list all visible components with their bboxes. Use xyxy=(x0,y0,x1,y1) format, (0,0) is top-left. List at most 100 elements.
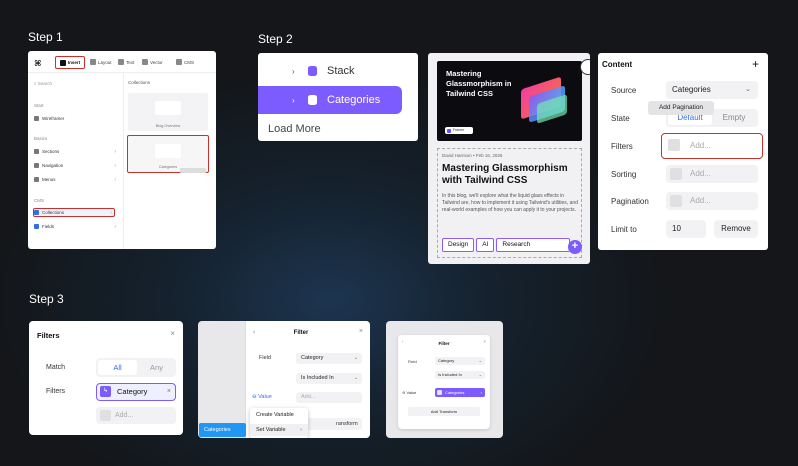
chevron-down-icon: ⌄ xyxy=(478,372,482,377)
field-value: Category xyxy=(438,358,455,363)
state-empty-option[interactable]: Empty xyxy=(712,111,756,125)
add-sorting-field[interactable]: Add... xyxy=(666,165,758,183)
filter-icon xyxy=(668,139,680,151)
sidebar-item-collections[interactable]: Collections › xyxy=(33,208,115,217)
operator-select[interactable]: Is Included In ⌄ xyxy=(435,371,485,379)
remove-button[interactable]: Remove xyxy=(714,220,758,238)
tag-research[interactable]: Research xyxy=(496,238,571,252)
search-placeholder: Search xyxy=(37,81,53,86)
chevron-right-icon: › xyxy=(114,176,116,183)
categories-variable-button[interactable]: Categories xyxy=(199,423,246,437)
operator-select[interactable]: Is Included In ⌄ xyxy=(296,373,362,384)
tag-ai[interactable]: AI xyxy=(476,238,495,252)
sort-icon xyxy=(670,168,682,180)
layer-item-categories[interactable]: › Categories xyxy=(258,86,402,114)
remove-chip-icon[interactable]: × xyxy=(167,384,171,399)
chevron-right-icon: › xyxy=(114,223,116,230)
variable-menu: Create Variable Set Variable › xyxy=(250,408,308,438)
pagination-tooltip: Add Pagination xyxy=(648,101,714,115)
search-input[interactable]: ⌕ Search xyxy=(34,81,52,86)
pagination-label: Pagination xyxy=(611,197,649,206)
add-filter-field[interactable]: Add... xyxy=(661,133,763,159)
sidebar-item-wireframer[interactable]: Wireframer xyxy=(34,114,118,123)
post-description: In this blog, we'll explore what the liq… xyxy=(442,193,578,214)
section-start: Start xyxy=(34,103,44,108)
transform-label: ransform xyxy=(336,421,358,427)
framer-logo-icon[interactable]: ⌘ xyxy=(34,59,41,68)
sidebar-item-fields[interactable]: Fields › xyxy=(34,222,118,231)
value-input[interactable]: Add... xyxy=(296,392,362,403)
set-variable-item[interactable]: Set Variable › xyxy=(250,424,308,436)
menu-item-label: Set Variable xyxy=(256,427,286,433)
hero-image: Mastering Glassmorphism in Tailwind CSS … xyxy=(437,61,582,141)
source-select[interactable]: Categories ⌄ xyxy=(666,81,758,99)
drag-handle[interactable] xyxy=(180,168,206,173)
sidebar-item-label: Navigation xyxy=(42,163,64,168)
layout-button[interactable]: Layout xyxy=(90,59,112,65)
sidebar-item-sections[interactable]: Sections › xyxy=(34,147,118,156)
hero-title: Mastering Glassmorphism in Tailwind CSS xyxy=(446,69,512,98)
close-icon[interactable]: × xyxy=(483,339,486,344)
filter-dialog: ‹ Filter × Field Category ⌄ Is Included … xyxy=(398,335,490,429)
add-pagination-field[interactable]: Add... xyxy=(666,192,758,210)
panel-title: Filters xyxy=(37,331,60,340)
collections-icon xyxy=(34,210,39,215)
text-button[interactable]: Text xyxy=(118,59,134,65)
value-chip-categories[interactable]: Categories › xyxy=(435,388,485,397)
field-select[interactable]: Category ⌄ xyxy=(435,357,485,365)
close-icon[interactable]: × xyxy=(170,329,175,338)
match-any-option[interactable]: Any xyxy=(137,360,176,375)
vector-label: Vector xyxy=(150,59,163,65)
filters-label: Filters xyxy=(611,142,633,151)
sidebar-item-label: Sections xyxy=(42,149,60,154)
variable-icon xyxy=(437,390,442,395)
chevron-right-icon: › xyxy=(114,162,116,169)
layout-icon xyxy=(90,59,96,65)
insert-panel: ⌘ Insert Layout Text Vector CMS ⌕ Search… xyxy=(28,51,216,249)
operator-value: Is Included In xyxy=(438,372,462,377)
dialog-title: Filter xyxy=(293,330,309,336)
menus-icon xyxy=(34,177,39,182)
caret-right-icon: › xyxy=(292,95,295,105)
filters-panel: Filters × Match All Any Filters ↳ Catego… xyxy=(29,321,183,435)
section-basics: Basics xyxy=(34,136,48,141)
add-placeholder: Add... xyxy=(115,412,134,419)
sidebar-item-navigation[interactable]: Navigation › xyxy=(34,161,118,170)
filter-icon xyxy=(100,410,111,421)
limit-input[interactable]: 10 xyxy=(666,220,706,238)
close-icon[interactable]: × xyxy=(359,328,363,335)
chevron-down-icon: ⌄ xyxy=(745,86,751,93)
field-select[interactable]: Category ⌄ xyxy=(296,353,362,364)
layer-item-stack[interactable]: › Stack xyxy=(258,57,418,85)
load-more-button[interactable]: Load More xyxy=(268,123,321,135)
wireframer-icon xyxy=(34,116,39,121)
add-transform-button[interactable]: Add Transform xyxy=(408,407,480,416)
sidebar-item-menus[interactable]: Menus › xyxy=(34,175,118,184)
sidebar-item-label: Menus xyxy=(42,177,56,182)
pagination-icon xyxy=(670,195,682,207)
match-toggle: All Any xyxy=(96,358,176,377)
collections-column: Collections Blog Overview Categories xyxy=(124,73,216,249)
filter-arrow-icon: ↳ xyxy=(100,386,111,397)
vector-icon xyxy=(142,59,148,65)
insert-button[interactable]: Insert xyxy=(55,56,85,69)
add-item-button[interactable]: + xyxy=(568,240,582,254)
filter-chip-category[interactable]: ↳ Category × xyxy=(96,383,176,401)
collections-title: Collections xyxy=(128,80,151,85)
vector-button[interactable]: Vector xyxy=(142,59,163,65)
add-filter-field[interactable]: Add... xyxy=(96,407,176,424)
create-variable-item[interactable]: Create Variable xyxy=(256,412,294,418)
sidebar-item-label: Wireframer xyxy=(42,116,65,121)
collection-card-blog-overview[interactable]: Blog Overview xyxy=(128,93,208,131)
circle-handle-icon[interactable] xyxy=(580,59,590,75)
database-icon xyxy=(308,66,317,76)
cms-button[interactable]: CMS xyxy=(176,59,194,65)
collection-card-categories[interactable]: Categories xyxy=(127,135,209,173)
add-content-button[interactable]: + xyxy=(752,57,759,71)
match-all-option[interactable]: All xyxy=(98,360,137,375)
tag-design[interactable]: Design xyxy=(442,238,475,252)
value-label-text: Value xyxy=(406,390,417,395)
layer-label: Categories xyxy=(327,94,381,106)
source-value: Categories xyxy=(672,85,711,94)
chip-label: Category xyxy=(117,387,148,396)
